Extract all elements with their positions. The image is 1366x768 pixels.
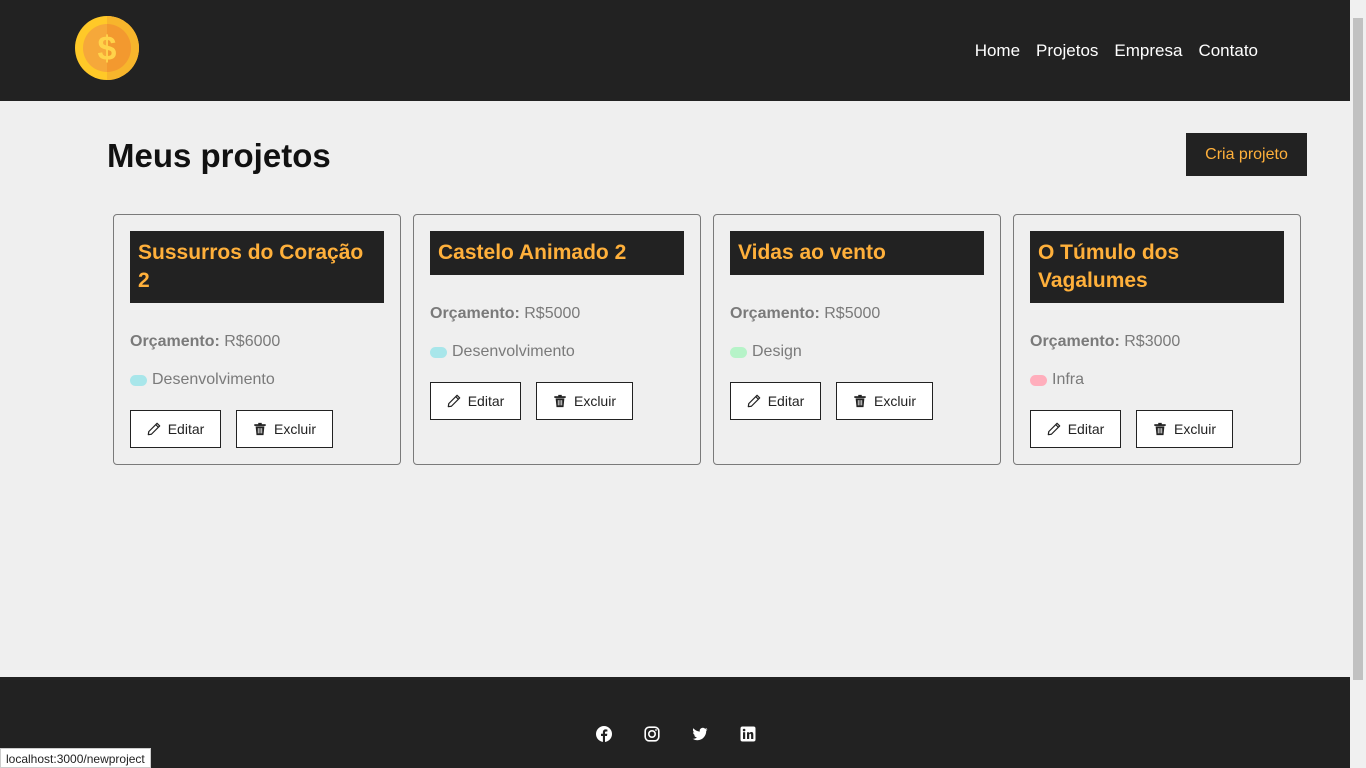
edit-label: Editar: [1067, 421, 1105, 437]
category-dot: [430, 346, 447, 358]
project-budget: Orçamento: R$5000: [730, 303, 880, 325]
edit-label: Editar: [167, 421, 205, 437]
edit-button[interactable]: Editar: [1030, 410, 1121, 448]
create-project-button[interactable]: Cria projeto: [1186, 133, 1307, 176]
edit-label: Editar: [767, 393, 805, 409]
edit-button[interactable]: Editar: [430, 382, 521, 420]
budget-label: Orçamento:: [430, 305, 520, 322]
delete-label: Excluir: [873, 393, 916, 409]
budget-label: Orçamento:: [130, 333, 220, 350]
pencil-icon: [1047, 422, 1061, 436]
budget-value: R$3000: [1124, 333, 1181, 350]
delete-label: Excluir: [1173, 421, 1216, 437]
coin-logo[interactable]: $: [75, 16, 139, 80]
project-budget: Orçamento: R$6000: [130, 331, 280, 353]
edit-button[interactable]: Editar: [730, 382, 821, 420]
project-budget: Orçamento: R$3000: [1030, 331, 1180, 353]
project-card: O Túmulo dos Vagalumes Orçamento: R$3000…: [1013, 214, 1301, 465]
twitter-icon[interactable]: [692, 726, 708, 742]
nav-projetos[interactable]: Projetos: [1036, 40, 1098, 62]
social-links: [0, 726, 1350, 742]
svg-text:$: $: [98, 30, 117, 68]
trash-icon: [554, 394, 566, 408]
category-dot: [730, 346, 747, 358]
category-dot: [130, 374, 147, 386]
project-category: Desenvolvimento: [130, 369, 275, 391]
budget-value: R$5000: [524, 305, 581, 322]
footer: [0, 677, 1350, 768]
pencil-icon: [147, 422, 161, 436]
category-label: Desenvolvimento: [452, 343, 575, 360]
navbar: $ Home Projetos Empresa Contato: [0, 0, 1350, 101]
project-title: Sussurros do Coração 2: [130, 231, 384, 303]
delete-button[interactable]: Excluir: [236, 410, 333, 448]
category-label: Desenvolvimento: [152, 371, 275, 388]
delete-button[interactable]: Excluir: [836, 382, 933, 420]
budget-label: Orçamento:: [730, 305, 820, 322]
budget-label: Orçamento:: [1030, 333, 1120, 350]
page-title: Meus projetos: [107, 137, 331, 174]
project-category: Infra: [1030, 369, 1084, 391]
category-label: Infra: [1052, 371, 1085, 388]
budget-value: R$5000: [824, 305, 881, 322]
project-card: Vidas ao vento Orçamento: R$5000 Design …: [713, 214, 1001, 465]
project-category: Design: [730, 341, 802, 363]
budget-value: R$6000: [224, 333, 281, 350]
trash-icon: [1154, 422, 1166, 436]
trash-icon: [854, 394, 866, 408]
status-bar-url: localhost:3000/newproject: [0, 748, 151, 768]
project-title: O Túmulo dos Vagalumes: [1030, 231, 1284, 303]
instagram-icon[interactable]: [644, 726, 660, 742]
edit-button[interactable]: Editar: [130, 410, 221, 448]
scrollbar-thumb[interactable]: [1353, 18, 1363, 680]
vertical-scrollbar[interactable]: [1350, 0, 1366, 768]
nav-home[interactable]: Home: [975, 40, 1020, 62]
pencil-icon: [747, 394, 761, 408]
delete-button[interactable]: Excluir: [1136, 410, 1233, 448]
nav-contato[interactable]: Contato: [1198, 40, 1258, 62]
delete-button[interactable]: Excluir: [536, 382, 633, 420]
nav-empresa[interactable]: Empresa: [1114, 40, 1182, 62]
delete-label: Excluir: [273, 421, 316, 437]
edit-label: Editar: [467, 393, 505, 409]
category-label: Design: [752, 343, 802, 360]
linkedin-icon[interactable]: [740, 726, 756, 742]
project-budget: Orçamento: R$5000: [430, 303, 580, 325]
project-title: Castelo Animado 2: [430, 231, 684, 275]
project-category: Desenvolvimento: [430, 341, 575, 363]
category-dot: [1030, 374, 1047, 386]
project-card: Castelo Animado 2 Orçamento: R$5000 Dese…: [413, 214, 701, 465]
delete-label: Excluir: [573, 393, 616, 409]
project-title: Vidas ao vento: [730, 231, 984, 275]
project-card: Sussurros do Coração 2 Orçamento: R$6000…: [113, 214, 401, 465]
pencil-icon: [447, 394, 461, 408]
facebook-icon[interactable]: [596, 726, 612, 742]
trash-icon: [254, 422, 266, 436]
nav-links: Home Projetos Empresa Contato: [975, 40, 1258, 62]
